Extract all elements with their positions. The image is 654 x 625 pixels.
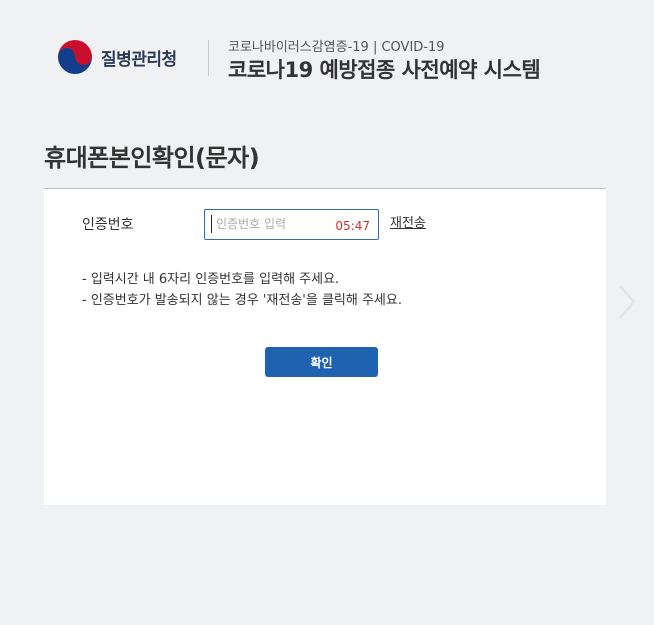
instruction-note: - 입력시간 내 6자리 인증번호를 입력해 주세요. xyxy=(82,272,340,287)
code-input-box[interactable]: 05:47 xyxy=(204,209,379,240)
resend-link[interactable]: 재전송 xyxy=(390,212,426,231)
chevron-right-icon[interactable] xyxy=(616,284,636,320)
header-divider xyxy=(208,40,209,76)
code-label: 인증번호 xyxy=(82,217,134,233)
kdca-logo[interactable]: 질병관리청 xyxy=(58,40,177,74)
code-input[interactable] xyxy=(211,215,336,233)
page-title: 휴대폰본인확인(문자) xyxy=(44,144,260,172)
instruction-notes: - 입력시간 내 6자리 인증번호를 입력해 주세요. - 인증번호가 발송되지… xyxy=(82,269,402,311)
header-subtitle: 코로나바이러스감염증-19 | COVID-19 xyxy=(228,40,445,55)
logo-text: 질병관리청 xyxy=(101,49,177,70)
verification-card: 인증번호 05:47 재전송 - 입력시간 내 6자리 인증번호를 입력해 주세… xyxy=(44,188,606,505)
site-header: 질병관리청 코로나바이러스감염증-19 | COVID-19 코로나19 예방접… xyxy=(58,34,618,84)
confirm-button[interactable]: 확인 xyxy=(265,347,378,377)
header-title: 코로나19 예방접종 사전예약 시스템 xyxy=(228,58,541,82)
instruction-note: - 인증번호가 발송되지 않는 경우 '재전송'을 클릭해 주세요. xyxy=(82,293,402,308)
countdown-timer: 05:47 xyxy=(335,219,370,233)
taegeuk-emblem-icon xyxy=(58,40,92,74)
